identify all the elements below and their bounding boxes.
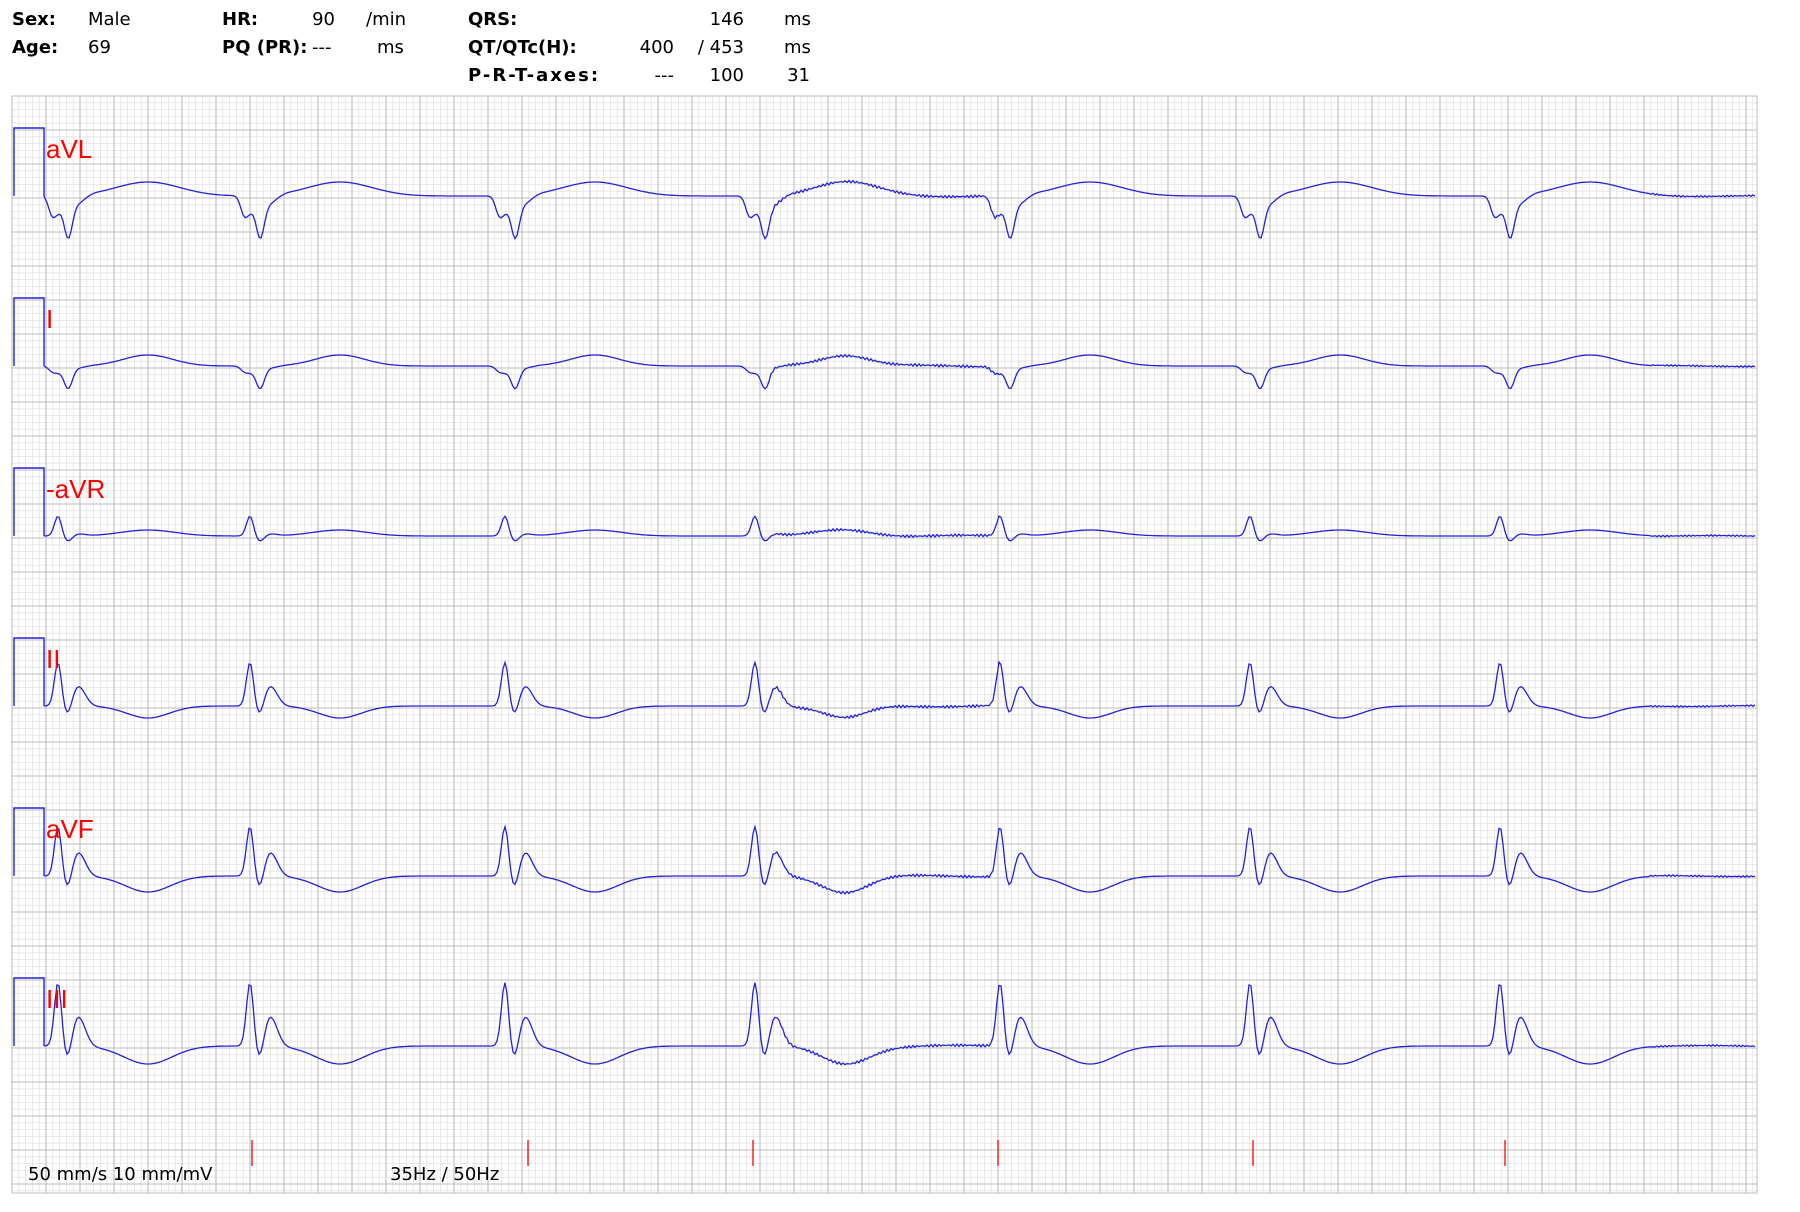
paper-speed-gain: 50 mm/s 10 mm/mV (28, 1164, 213, 1185)
lead-trace (43, 660, 1756, 720)
lead-trace (43, 982, 1756, 1066)
lead-trace (43, 179, 1756, 240)
ecg-chart: aVL I -aVR II aVF III (11, 95, 1758, 1194)
lead-avl: aVL (13, 127, 1756, 240)
ecg-leads: aVL I -aVR II aVF III (13, 127, 1756, 1066)
grid-major-lines (11, 95, 1757, 1193)
beat-markers (251, 1140, 1506, 1166)
lead-trace (43, 824, 1756, 895)
lead-ii: II (13, 637, 1756, 720)
lead-label: I (46, 304, 53, 334)
lead-label: -aVR (46, 474, 105, 504)
lead-trace (43, 353, 1756, 390)
lead-label: aVF (46, 814, 94, 844)
ecg-grid (11, 95, 1758, 1194)
grid-minor-lines (12, 96, 1757, 1193)
grid-border (11, 95, 1758, 1194)
lead-label: aVL (46, 134, 92, 164)
lead-iii: III (13, 977, 1756, 1066)
lead-trace (44, 515, 1756, 542)
lead-label: II (46, 644, 60, 674)
filter-setting: 35Hz / 50Hz (390, 1164, 500, 1185)
lead-label: III (46, 984, 68, 1014)
